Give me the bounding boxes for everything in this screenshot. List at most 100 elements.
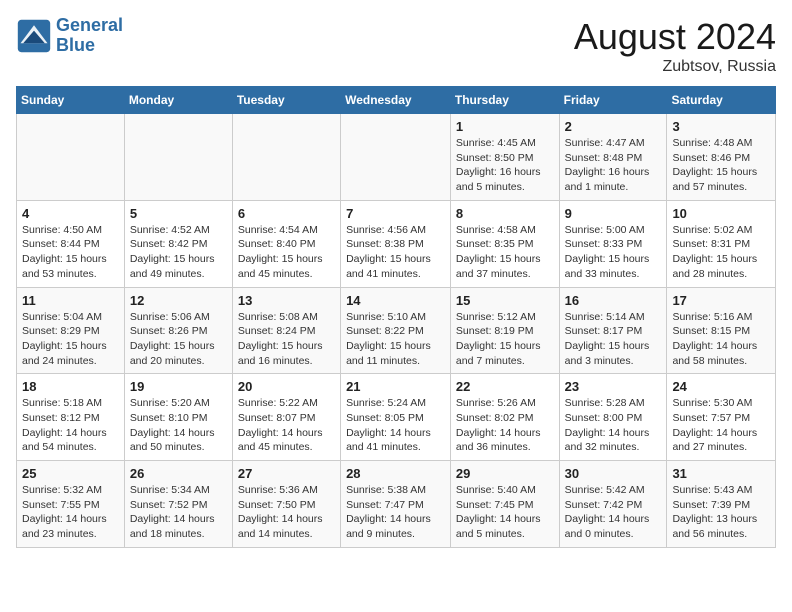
- day-info: Sunrise: 5:30 AM Sunset: 7:57 PM Dayligh…: [672, 396, 770, 455]
- calendar-cell: [232, 114, 340, 201]
- day-number: 30: [565, 466, 662, 481]
- column-headers: SundayMondayTuesdayWednesdayThursdayFrid…: [17, 87, 776, 114]
- day-number: 23: [565, 379, 662, 394]
- calendar-cell: 6 Sunrise: 4:54 AM Sunset: 8:40 PM Daylig…: [232, 200, 340, 287]
- day-info: Sunrise: 5:32 AM Sunset: 7:55 PM Dayligh…: [22, 483, 119, 542]
- day-info: Sunrise: 4:47 AM Sunset: 8:48 PM Dayligh…: [565, 136, 662, 195]
- calendar-cell: 26Sunrise: 5:34 AM Sunset: 7:52 PM Dayli…: [124, 461, 232, 548]
- logo-icon: [16, 18, 52, 54]
- calendar-cell: 22 Sunrise: 5:26 AM Sunset: 8:02 PM Dayli…: [450, 374, 559, 461]
- location-subtitle: Zubtsov, Russia: [574, 58, 776, 76]
- week-row-5: 25 Sunrise: 5:32 AM Sunset: 7:55 PM Dayli…: [17, 461, 776, 548]
- day-number: 6: [238, 206, 335, 221]
- calendar-cell: 8 Sunrise: 4:58 AM Sunset: 8:35 PM Daylig…: [450, 200, 559, 287]
- day-info: Sunrise: 5:38 AM Sunset: 7:47 PM Dayligh…: [346, 483, 445, 542]
- day-info: Sunrise: 5:00 AM Sunset: 8:33 PM Dayligh…: [565, 223, 662, 282]
- week-row-2: 4 Sunrise: 4:50 AM Sunset: 8:44 PM Daylig…: [17, 200, 776, 287]
- calendar-cell: 28 Sunrise: 5:38 AM Sunset: 7:47 PM Dayli…: [341, 461, 451, 548]
- week-row-1: 1 Sunrise: 4:45 AM Sunset: 8:50 PM Daylig…: [17, 114, 776, 201]
- calendar-cell: 9 Sunrise: 5:00 AM Sunset: 8:33 PM Daylig…: [559, 200, 667, 287]
- logo-line2: Blue: [56, 35, 95, 55]
- day-number: 12: [130, 293, 227, 308]
- week-row-4: 18Sunrise: 5:18 AM Sunset: 8:12 PM Dayli…: [17, 374, 776, 461]
- calendar-cell: 10 Sunrise: 5:02 AM Sunset: 8:31 PM Dayli…: [667, 200, 776, 287]
- logo-line1: General: [56, 15, 123, 35]
- calendar-cell: [17, 114, 125, 201]
- day-info: Sunrise: 5:28 AM Sunset: 8:00 PM Dayligh…: [565, 396, 662, 455]
- calendar-cell: 1 Sunrise: 4:45 AM Sunset: 8:50 PM Daylig…: [450, 114, 559, 201]
- calendar-table: SundayMondayTuesdayWednesdayThursdayFrid…: [16, 86, 776, 548]
- calendar-cell: [124, 114, 232, 201]
- calendar-cell: 15Sunrise: 5:12 AM Sunset: 8:19 PM Dayli…: [450, 287, 559, 374]
- col-header-saturday: Saturday: [667, 87, 776, 114]
- day-info: Sunrise: 5:08 AM Sunset: 8:24 PM Dayligh…: [238, 310, 335, 369]
- calendar-cell: 2 Sunrise: 4:47 AM Sunset: 8:48 PM Daylig…: [559, 114, 667, 201]
- day-info: Sunrise: 5:16 AM Sunset: 8:15 PM Dayligh…: [672, 310, 770, 369]
- day-number: 31: [672, 466, 770, 481]
- day-number: 14: [346, 293, 445, 308]
- day-number: 22: [456, 379, 554, 394]
- calendar-cell: 25 Sunrise: 5:32 AM Sunset: 7:55 PM Dayli…: [17, 461, 125, 548]
- day-info: Sunrise: 5:36 AM Sunset: 7:50 PM Dayligh…: [238, 483, 335, 542]
- day-info: Sunrise: 5:42 AM Sunset: 7:42 PM Dayligh…: [565, 483, 662, 542]
- day-number: 3: [672, 119, 770, 134]
- day-number: 15: [456, 293, 554, 308]
- calendar-cell: 19Sunrise: 5:20 AM Sunset: 8:10 PM Dayli…: [124, 374, 232, 461]
- calendar-cell: 12 Sunrise: 5:06 AM Sunset: 8:26 PM Dayli…: [124, 287, 232, 374]
- calendar-cell: 20 Sunrise: 5:22 AM Sunset: 8:07 PM Dayli…: [232, 374, 340, 461]
- calendar-cell: [341, 114, 451, 201]
- calendar-cell: 11 Sunrise: 5:04 AM Sunset: 8:29 PM Dayli…: [17, 287, 125, 374]
- day-number: 28: [346, 466, 445, 481]
- day-info: Sunrise: 4:52 AM Sunset: 8:42 PM Dayligh…: [130, 223, 227, 282]
- day-info: Sunrise: 5:24 AM Sunset: 8:05 PM Dayligh…: [346, 396, 445, 455]
- calendar-cell: 31 Sunrise: 5:43 AM Sunset: 7:39 PM Dayli…: [667, 461, 776, 548]
- day-number: 8: [456, 206, 554, 221]
- calendar-cell: 5Sunrise: 4:52 AM Sunset: 8:42 PM Daylig…: [124, 200, 232, 287]
- day-number: 1: [456, 119, 554, 134]
- day-number: 2: [565, 119, 662, 134]
- day-info: Sunrise: 5:40 AM Sunset: 7:45 PM Dayligh…: [456, 483, 554, 542]
- col-header-wednesday: Wednesday: [341, 87, 451, 114]
- day-number: 20: [238, 379, 335, 394]
- day-number: 10: [672, 206, 770, 221]
- day-info: Sunrise: 5:43 AM Sunset: 7:39 PM Dayligh…: [672, 483, 770, 542]
- calendar-cell: 14 Sunrise: 5:10 AM Sunset: 8:22 PM Dayli…: [341, 287, 451, 374]
- day-info: Sunrise: 5:06 AM Sunset: 8:26 PM Dayligh…: [130, 310, 227, 369]
- col-header-friday: Friday: [559, 87, 667, 114]
- calendar-cell: 24Sunrise: 5:30 AM Sunset: 7:57 PM Dayli…: [667, 374, 776, 461]
- col-header-monday: Monday: [124, 87, 232, 114]
- day-info: Sunrise: 5:22 AM Sunset: 8:07 PM Dayligh…: [238, 396, 335, 455]
- day-number: 16: [565, 293, 662, 308]
- day-info: Sunrise: 5:26 AM Sunset: 8:02 PM Dayligh…: [456, 396, 554, 455]
- day-info: Sunrise: 5:14 AM Sunset: 8:17 PM Dayligh…: [565, 310, 662, 369]
- day-number: 9: [565, 206, 662, 221]
- month-year-title: August 2024: [574, 16, 776, 58]
- calendar-cell: 3Sunrise: 4:48 AM Sunset: 8:46 PM Daylig…: [667, 114, 776, 201]
- logo-text: General Blue: [56, 16, 123, 56]
- page-header: General Blue August 2024 Zubtsov, Russia: [16, 16, 776, 76]
- day-number: 11: [22, 293, 119, 308]
- col-header-sunday: Sunday: [17, 87, 125, 114]
- day-info: Sunrise: 4:45 AM Sunset: 8:50 PM Dayligh…: [456, 136, 554, 195]
- day-number: 17: [672, 293, 770, 308]
- week-row-3: 11 Sunrise: 5:04 AM Sunset: 8:29 PM Dayli…: [17, 287, 776, 374]
- day-number: 4: [22, 206, 119, 221]
- calendar-cell: 13Sunrise: 5:08 AM Sunset: 8:24 PM Dayli…: [232, 287, 340, 374]
- day-info: Sunrise: 5:10 AM Sunset: 8:22 PM Dayligh…: [346, 310, 445, 369]
- day-info: Sunrise: 4:50 AM Sunset: 8:44 PM Dayligh…: [22, 223, 119, 282]
- calendar-cell: 23 Sunrise: 5:28 AM Sunset: 8:00 PM Dayli…: [559, 374, 667, 461]
- day-info: Sunrise: 5:34 AM Sunset: 7:52 PM Dayligh…: [130, 483, 227, 542]
- day-info: Sunrise: 5:02 AM Sunset: 8:31 PM Dayligh…: [672, 223, 770, 282]
- day-info: Sunrise: 5:04 AM Sunset: 8:29 PM Dayligh…: [22, 310, 119, 369]
- day-info: Sunrise: 4:58 AM Sunset: 8:35 PM Dayligh…: [456, 223, 554, 282]
- calendar-cell: 30 Sunrise: 5:42 AM Sunset: 7:42 PM Dayli…: [559, 461, 667, 548]
- day-number: 25: [22, 466, 119, 481]
- col-header-thursday: Thursday: [450, 87, 559, 114]
- calendar-cell: 29Sunrise: 5:40 AM Sunset: 7:45 PM Dayli…: [450, 461, 559, 548]
- calendar-cell: 4 Sunrise: 4:50 AM Sunset: 8:44 PM Daylig…: [17, 200, 125, 287]
- calendar-cell: 16 Sunrise: 5:14 AM Sunset: 8:17 PM Dayli…: [559, 287, 667, 374]
- day-number: 7: [346, 206, 445, 221]
- day-info: Sunrise: 4:54 AM Sunset: 8:40 PM Dayligh…: [238, 223, 335, 282]
- title-area: August 2024 Zubtsov, Russia: [574, 16, 776, 76]
- calendar-cell: 7Sunrise: 4:56 AM Sunset: 8:38 PM Daylig…: [341, 200, 451, 287]
